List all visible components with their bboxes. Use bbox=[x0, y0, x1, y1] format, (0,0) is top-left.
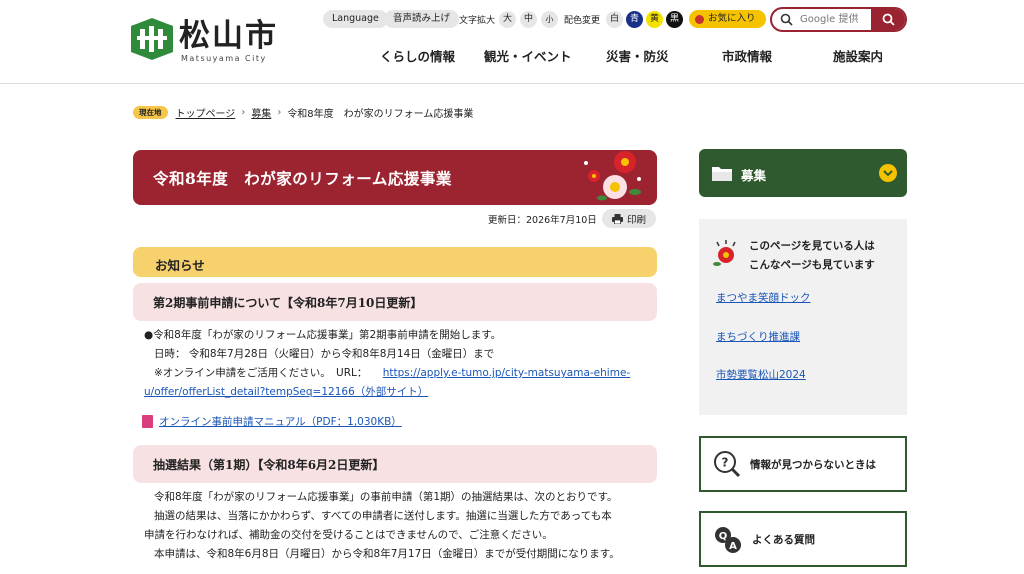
breadcrumb-here-badge: 現在地 bbox=[133, 105, 168, 119]
section-heading-phase2: 第2期事前申請について【令和8年7月10日更新】 bbox=[133, 283, 657, 321]
logo-mark-icon bbox=[131, 18, 173, 60]
apply-url-link-continued[interactable]: u/offer/offerList_detail?tempSeq=12166（外… bbox=[144, 386, 428, 398]
text-size-controls: 文字拡大 大 中 小 bbox=[459, 9, 559, 29]
text-size-medium-button[interactable]: 中 bbox=[520, 10, 538, 28]
faq-label: よくある質問 bbox=[752, 534, 815, 546]
search-button[interactable] bbox=[871, 9, 905, 30]
camellia-decoration-icon bbox=[584, 151, 641, 201]
sidebar-category-label: 募集 bbox=[741, 168, 767, 183]
section2-line2: 抽選の結果は、当落にかかわらず、すべての申請者に送付します。抽選に当選した方であ… bbox=[154, 510, 612, 522]
not-found-button[interactable]: ? 情報が見つからないときは bbox=[699, 436, 907, 492]
text-size-label: 文字拡大 bbox=[459, 15, 496, 26]
section1-line1: ●令和8年度「わが家のリフォーム応援事業」第2期事前申請を開始します。 bbox=[144, 329, 502, 341]
language-button[interactable]: Language bbox=[323, 9, 388, 29]
pdf-manual-link-text[interactable]: オンライン事前申請マニュアル（PDF：1,030KB） bbox=[159, 414, 402, 429]
folder-icon bbox=[712, 167, 732, 181]
color-blue-button[interactable]: 青 bbox=[626, 10, 644, 28]
question-search-icon: ? bbox=[714, 451, 741, 478]
section1-line4: u/offer/offerList_detail?tempSeq=12166（外… bbox=[144, 383, 428, 402]
color-black-button[interactable]: 黒 bbox=[666, 10, 684, 28]
voice-label: 音声読み上げ bbox=[384, 10, 460, 28]
print-label: 印刷 bbox=[626, 214, 646, 226]
language-label: Language bbox=[323, 10, 388, 28]
updated-date: 更新日：2026年7月10日 bbox=[488, 215, 597, 226]
pdf-manual-link[interactable]: オンライン事前申請マニュアル（PDF：1,030KB） bbox=[142, 414, 402, 429]
breadcrumb: 現在地 トップページ › 募集 › 令和8年度 わが家のリフォーム応援事業 bbox=[133, 104, 473, 120]
site-logo[interactable]: 松山市 Matsuyama City bbox=[131, 16, 281, 66]
logo-subtitle: Matsuyama City bbox=[181, 54, 267, 63]
not-found-label: 情報が見つからないときは bbox=[750, 459, 876, 471]
faq-button[interactable]: Q A よくある質問 bbox=[699, 511, 907, 567]
text-size-large-button[interactable]: 大 bbox=[499, 10, 517, 28]
breadcrumb-recruitment[interactable]: 募集 bbox=[251, 105, 271, 120]
nav-facilities[interactable]: 施設案内 bbox=[833, 46, 883, 66]
sidebar-category-header[interactable]: 募集 bbox=[699, 149, 907, 197]
section-heading-text: 第2期事前申請について【令和8年7月10日更新】 bbox=[153, 296, 423, 310]
also-viewed-box: このページを見ている人は こんなページも見ています まつやま笑顔ドック まちづく… bbox=[699, 219, 907, 415]
breadcrumb-current: 令和8年度 わが家のリフォーム応援事業 bbox=[287, 108, 474, 120]
nav-disaster[interactable]: 災害・防災 bbox=[606, 46, 669, 66]
section1-line2: 日時： 令和8年7月28日（火曜日）から令和8年8月14日（金曜日）まで bbox=[154, 348, 495, 360]
site-header: 松山市 Matsuyama City Language 音声読み上げ 文字拡大 … bbox=[0, 0, 1024, 84]
chevron-right-icon: › bbox=[277, 106, 282, 118]
favorite-pill: お気に入り bbox=[689, 10, 766, 28]
color-label: 配色変更 bbox=[564, 15, 601, 26]
site-search bbox=[770, 7, 907, 32]
nav-living[interactable]: くらしの情報 bbox=[380, 46, 455, 66]
svg-text:A: A bbox=[729, 541, 737, 552]
color-controls: 配色変更 白 青 黄 黒 bbox=[564, 9, 684, 29]
notice-heading-text: お知らせ bbox=[155, 258, 205, 273]
svg-text:?: ? bbox=[722, 456, 729, 470]
qa-icon: Q A bbox=[715, 527, 741, 553]
text-size-small-button[interactable]: 小 bbox=[541, 10, 559, 28]
also-viewed-title-line2: こんなページも見ています bbox=[749, 259, 875, 271]
print-button[interactable]: 印刷 bbox=[602, 209, 656, 228]
favorite-label: お気に入り bbox=[708, 13, 756, 24]
breadcrumb-top[interactable]: トップページ bbox=[176, 105, 236, 120]
section2-line4: 本申請は、令和8年6月8日（月曜日）から令和8年7月17日（金曜日）までが受付期… bbox=[154, 548, 620, 560]
page-title: 令和8年度 わが家のリフォーム応援事業 bbox=[153, 169, 452, 188]
online-note: ※オンライン申請をご活用ください。 URL： bbox=[154, 367, 368, 379]
also-viewed-title-line1: このページを見ている人は bbox=[749, 240, 875, 252]
also-viewed-link[interactable]: 市勢要覧松山2024 bbox=[716, 367, 806, 382]
nav-city-info[interactable]: 市政情報 bbox=[722, 46, 772, 66]
color-yellow-button[interactable]: 黄 bbox=[646, 10, 664, 28]
section-heading-text: 抽選結果（第1期）【令和8年6月2日更新】 bbox=[153, 458, 385, 472]
chevron-down-icon bbox=[879, 164, 897, 182]
search-icon bbox=[780, 13, 793, 26]
section2-line3: 申請を行わなければ、補助金の交付を受けることはできませんので、ご注意ください。 bbox=[144, 529, 553, 541]
section-heading-lottery: 抽選結果（第1期）【令和8年6月2日更新】 bbox=[133, 445, 657, 483]
favorite-button[interactable]: お気に入り bbox=[689, 9, 766, 29]
search-icon bbox=[882, 13, 895, 26]
nav-tourism[interactable]: 観光・イベント bbox=[484, 46, 572, 66]
svg-text:Q: Q bbox=[719, 531, 728, 542]
also-viewed-link[interactable]: まちづくり推進課 bbox=[716, 329, 800, 344]
pdf-icon bbox=[142, 415, 153, 428]
voice-button[interactable]: 音声読み上げ bbox=[384, 9, 460, 29]
also-viewed-link[interactable]: まつやま笑顔ドック bbox=[716, 290, 811, 305]
logo-name: 松山市 bbox=[179, 18, 278, 54]
also-viewed-title: このページを見ている人は こんなページも見ています bbox=[749, 237, 875, 275]
section1-line3: ※オンライン申請をご活用ください。 URL： https://apply.e-t… bbox=[154, 364, 630, 383]
camellia-icon bbox=[713, 240, 736, 266]
apply-url-link[interactable]: https://apply.e-tumo.jp/city-matsuyama-e… bbox=[383, 367, 630, 379]
page-title-bar: 令和8年度 わが家のリフォーム応援事業 bbox=[133, 150, 657, 205]
chevron-right-icon: › bbox=[241, 106, 246, 118]
color-white-button[interactable]: 白 bbox=[606, 10, 624, 28]
notice-heading: お知らせ bbox=[133, 247, 657, 277]
section2-line1: 令和8年度「わが家のリフォーム応援事業」の事前申請（第1期）の抽選結果は、次のと… bbox=[154, 491, 618, 503]
camellia-icon bbox=[695, 14, 704, 24]
printer-icon bbox=[611, 213, 623, 224]
